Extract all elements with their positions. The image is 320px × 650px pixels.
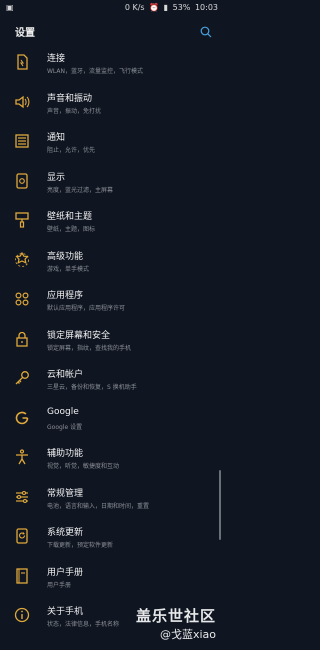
sound-icon (13, 93, 31, 111)
item-title: 辅助功能 (47, 449, 84, 459)
general-management-icon (13, 488, 31, 506)
apps-icon (13, 290, 31, 308)
item-title: 用户手册 (47, 567, 84, 578)
item-title: 常规管理 (47, 488, 84, 499)
item-subtitle: 壁纸，主题，图标 (47, 226, 96, 233)
battery-percent: 53% (172, 3, 191, 12)
settings-item-apps[interactable]: 应用程序 默认应用程序，应用程序许可 (0, 281, 222, 321)
settings-item-lock-screen[interactable]: 锁定屏幕和安全 锁定屏幕，指纹，查找我的手机 (0, 321, 222, 361)
accessibility-icon (13, 448, 31, 466)
key-icon (13, 369, 31, 387)
search-icon[interactable] (200, 23, 212, 38)
notifications-icon (13, 132, 31, 150)
item-subtitle: 声音，振动，免打扰 (47, 107, 102, 115)
settings-item-notifications[interactable]: 通知 阻止，允许，优先 (0, 123, 222, 163)
item-title: 云和帐户 (47, 370, 84, 380)
display-icon (13, 172, 31, 190)
item-subtitle: 状态，法律信息，手机名称 (47, 621, 120, 628)
item-title: 关于手机 (47, 607, 84, 617)
item-subtitle: 亮度，蓝光过滤，主屏幕 (47, 186, 114, 194)
settings-list: 连接 WLAN，蓝牙，流量监控，飞行模式 声音和振动 声音，振动，免打扰 通知 … (0, 44, 222, 637)
settings-item-display[interactable]: 显示 亮度，蓝光过滤，主屏幕 (0, 163, 222, 203)
watermark: 盖乐世社区 @戈蓝xiao (136, 605, 216, 642)
item-title: 显示 (47, 172, 66, 183)
item-title: 高级功能 (47, 251, 84, 262)
item-subtitle: 用户手册 (47, 581, 72, 589)
scrollbar[interactable] (219, 470, 221, 540)
settings-item-connections[interactable]: 连接 WLAN，蓝牙，流量监控，飞行模式 (0, 44, 222, 84)
settings-item-cloud-accounts[interactable]: 云和帐户 三星云，备份和恢复，S 换机助手 (0, 360, 222, 400)
item-subtitle: 下载更新，预定软件更新 (47, 542, 114, 549)
item-subtitle: WLAN，蓝牙，流量监控，飞行模式 (47, 68, 144, 75)
item-title: 壁纸和主题 (47, 212, 93, 222)
settings-item-google[interactable]: Google Google 设置 (0, 400, 222, 440)
signal-icon: ▮ (163, 3, 169, 12)
info-icon (13, 606, 31, 624)
item-title: 应用程序 (47, 291, 84, 301)
status-bar: ▣ 0 K/s ⏰ ▮ 53% 10:03 (0, 0, 222, 16)
status-right: 0 K/s ⏰ ▮ 53% 10:03 (123, 3, 218, 12)
item-subtitle: 默认应用程序，应用程序许可 (47, 305, 126, 312)
connections-icon (13, 53, 31, 71)
settings-item-wallpaper[interactable]: 壁纸和主题 壁纸，主题，图标 (0, 202, 222, 242)
item-subtitle: 视觉，听觉，敏捷度和互动 (47, 463, 120, 470)
item-subtitle: 电池，语言和输入，日期和时间，重置 (47, 502, 150, 510)
item-subtitle: 游戏，单手模式 (47, 265, 90, 273)
item-title: 锁定屏幕和安全 (47, 330, 111, 341)
item-subtitle: 锁定屏幕，指纹，查找我的手机 (47, 344, 132, 352)
settings-item-accessibility[interactable]: 辅助功能 视觉，听觉，敏捷度和互动 (0, 439, 222, 479)
wallpaper-theme-icon (13, 211, 31, 229)
item-title: Google (47, 406, 79, 417)
item-subtitle: Google 设置 (47, 423, 83, 431)
clock: 10:03 (194, 3, 218, 12)
watermark-line2: @戈蓝xiao (159, 628, 216, 641)
picture-icon: ▣ (6, 3, 14, 12)
network-speed: 0 K/s (124, 3, 145, 12)
settings-item-sound[interactable]: 声音和振动 声音，振动，免打扰 (0, 84, 222, 124)
lock-icon (13, 330, 31, 348)
user-manual-icon (13, 567, 31, 585)
watermark-line1: 盖乐世社区 (135, 607, 216, 625)
settings-item-user-manual[interactable]: 用户手册 用户手册 (0, 558, 222, 598)
item-title: 连接 (47, 54, 66, 64)
alarm-icon: ⏰ (149, 3, 160, 12)
item-subtitle: 阻止，允许，优先 (47, 147, 96, 154)
item-title: 系统更新 (47, 528, 84, 538)
settings-item-software-update[interactable]: 系统更新 下载更新，预定软件更新 (0, 518, 222, 558)
advanced-features-icon (13, 251, 31, 269)
page-title: 设置 (15, 28, 35, 39)
settings-item-advanced[interactable]: 高级功能 游戏，单手模式 (0, 242, 222, 282)
settings-item-general-management[interactable]: 常规管理 电池，语言和输入，日期和时间，重置 (0, 479, 222, 519)
item-subtitle: 三星云，备份和恢复，S 换机助手 (47, 384, 137, 391)
item-title: 通知 (47, 133, 66, 143)
software-update-icon (13, 527, 31, 545)
item-title: 声音和振动 (47, 93, 93, 104)
google-icon (13, 409, 31, 427)
title-bar: 设置 (0, 16, 222, 44)
